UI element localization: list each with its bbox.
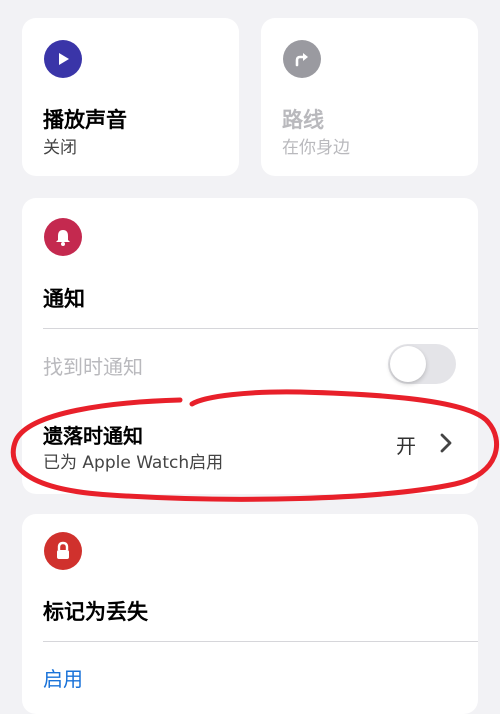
notify-when-left-behind-value: 开: [396, 434, 416, 458]
play-sound-status: 关闭: [43, 138, 77, 158]
lock-icon: [44, 532, 82, 570]
notify-when-left-behind-label: 遗落时通知: [43, 424, 143, 448]
divider: [43, 328, 478, 329]
notify-when-found-label: 找到时通知: [43, 355, 143, 379]
notifications-card: 通知 找到时通知 遗落时通知 已为 Apple Watch启用 开: [22, 198, 478, 494]
mark-as-lost-title: 标记为丢失: [43, 600, 148, 624]
play-sound-tile[interactable]: 播放声音 关闭: [22, 18, 239, 176]
directions-title: 路线: [282, 108, 324, 132]
notify-when-left-behind-row[interactable]: 遗落时通知 已为 Apple Watch启用 开: [22, 404, 478, 484]
directions-tile[interactable]: 路线 在你身边: [261, 18, 478, 176]
notifications-title: 通知: [43, 287, 85, 311]
notify-when-left-behind-subtitle: 已为 Apple Watch启用: [43, 453, 224, 473]
enable-lost-mode-link[interactable]: 启用: [43, 663, 83, 692]
toggle-knob: [390, 346, 426, 382]
mark-as-lost-card: 标记为丢失 启用: [22, 514, 478, 714]
directions-status: 在你身边: [282, 138, 350, 158]
play-sound-title: 播放声音: [43, 108, 127, 132]
divider: [43, 641, 478, 642]
play-icon: [44, 40, 82, 78]
chevron-right-icon: [440, 433, 452, 457]
notify-when-found-toggle[interactable]: [388, 344, 456, 384]
arrow-turn-right-icon: [283, 40, 321, 78]
bell-icon: [44, 218, 82, 256]
